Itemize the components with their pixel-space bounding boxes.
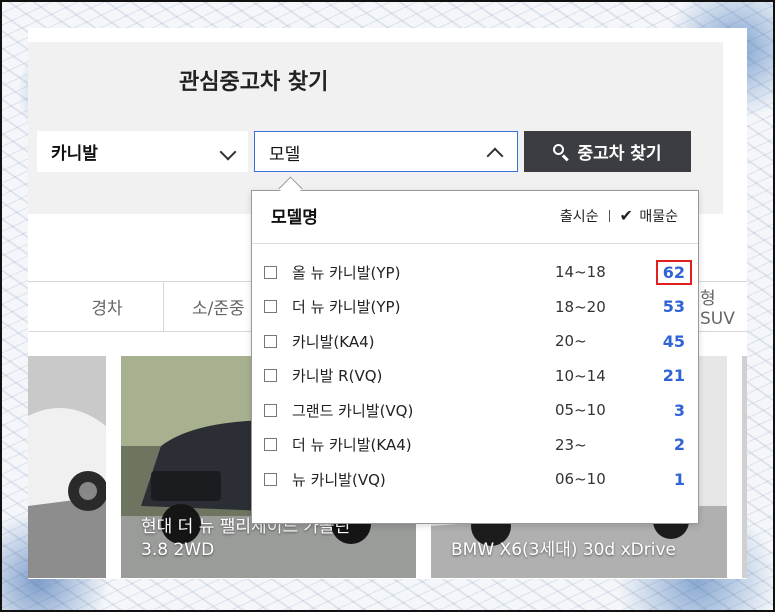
- model-select-value: 모델: [269, 145, 301, 165]
- dropdown-header: 모델명 출시순 ✔ 매물순: [252, 191, 698, 244]
- sort-options: 출시순 ✔ 매물순: [560, 206, 678, 226]
- maker-select-value: 카니발: [51, 144, 98, 164]
- model-name: 그랜드 카니발(VQ): [292, 401, 414, 420]
- model-years: 06~10: [555, 470, 606, 489]
- model-dropdown: 모델명 출시순 ✔ 매물순 올 뉴 카니발(YP) 14~18 62 더 뉴 카…: [251, 190, 699, 524]
- car-card[interactable]: [28, 356, 106, 578]
- listing-count: 1: [673, 469, 685, 489]
- list-item[interactable]: 더 뉴 카니발(KA4) 23~ 2: [252, 428, 698, 463]
- search-area: [28, 42, 723, 214]
- model-name: 뉴 카니발(VQ): [292, 470, 386, 489]
- search-title: 관심중고차 찾기: [179, 70, 329, 95]
- list-item[interactable]: 더 뉴 카니발(YP) 18~20 53: [252, 290, 698, 325]
- car-photo: [28, 356, 106, 578]
- model-years: 23~: [555, 435, 587, 454]
- model-name: 카니발(KA4): [292, 332, 375, 351]
- search-icon: [553, 143, 569, 160]
- list-item[interactable]: 그랜드 카니발(VQ) 05~10 3: [252, 393, 698, 428]
- dropdown-title: 모델명: [271, 208, 318, 228]
- chevron-up-icon: [486, 147, 504, 165]
- listing-count: 45: [662, 331, 685, 351]
- sort-by-listings[interactable]: ✔ 매물순: [620, 206, 679, 226]
- model-years: 10~14: [555, 366, 606, 385]
- find-used-car-button[interactable]: 중고차 찾기: [524, 131, 691, 172]
- car-card-partial[interactable]: [742, 356, 747, 578]
- listing-count: 21: [662, 366, 685, 386]
- checkbox[interactable]: [264, 369, 277, 383]
- car-card-title: BMW X6(3세대) 30d xDrive: [451, 540, 676, 560]
- check-icon: ✔: [619, 206, 633, 225]
- model-name: 카니발 R(VQ): [292, 367, 383, 386]
- listing-count: 53: [662, 297, 685, 317]
- chevron-down-icon: [219, 143, 237, 161]
- find-used-car-label: 중고차 찾기: [577, 144, 662, 164]
- checkbox[interactable]: [264, 472, 277, 486]
- model-years: 14~18: [555, 263, 606, 282]
- tab-light-car[interactable]: 경차: [50, 282, 164, 331]
- list-item[interactable]: 카니발 R(VQ) 10~14 21: [252, 359, 698, 394]
- model-list: 올 뉴 카니발(YP) 14~18 62 더 뉴 카니발(YP) 18~20 5…: [252, 255, 698, 497]
- sort-by-listings-label: 매물순: [639, 209, 678, 225]
- list-item[interactable]: 올 뉴 카니발(YP) 14~18 62: [252, 255, 698, 290]
- checkbox[interactable]: [264, 403, 277, 417]
- checkbox[interactable]: [264, 438, 277, 452]
- model-select[interactable]: 모델: [254, 131, 518, 172]
- checkbox[interactable]: [264, 334, 277, 348]
- listing-count: 2: [673, 435, 685, 455]
- list-item[interactable]: 카니발(KA4) 20~ 45: [252, 324, 698, 359]
- model-years: 18~20: [555, 297, 606, 316]
- sort-by-release[interactable]: 출시순: [560, 206, 599, 226]
- model-name: 더 뉴 카니발(YP): [292, 298, 401, 317]
- list-item[interactable]: 뉴 카니발(VQ) 06~10 1: [252, 462, 698, 497]
- listing-count: 3: [673, 400, 685, 420]
- model-name: 올 뉴 카니발(YP): [292, 263, 401, 282]
- checkbox[interactable]: [264, 265, 277, 279]
- model-years: 05~10: [555, 401, 606, 420]
- listing-count-highlighted: 62: [655, 259, 692, 285]
- model-years: 20~: [555, 332, 587, 351]
- model-name: 더 뉴 카니발(KA4): [292, 436, 412, 455]
- checkbox[interactable]: [264, 300, 277, 314]
- car-photo: [742, 356, 747, 578]
- maker-select[interactable]: 카니발: [37, 131, 248, 172]
- sort-divider: [608, 210, 610, 222]
